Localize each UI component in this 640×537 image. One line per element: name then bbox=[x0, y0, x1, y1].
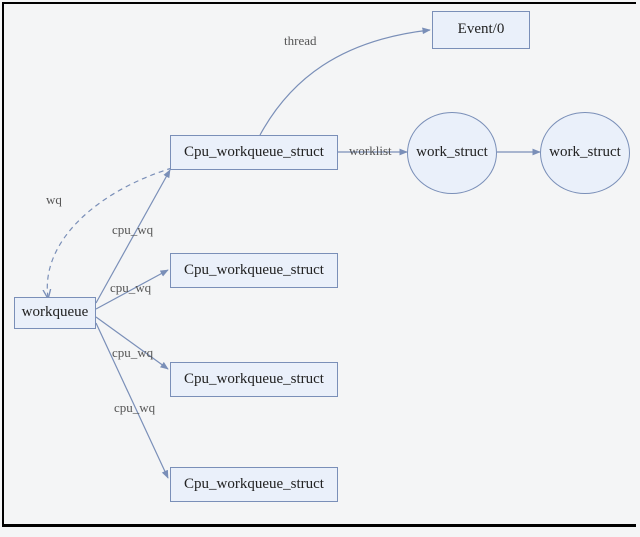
node-workqueue: workqueue bbox=[14, 297, 96, 329]
node-cpu-workqueue-1: Cpu_workqueue_struct bbox=[170, 135, 338, 170]
node-cpu-workqueue-2: Cpu_workqueue_struct bbox=[170, 253, 338, 288]
node-label: Cpu_workqueue_struct bbox=[184, 144, 324, 161]
node-work-struct-2: work_struct bbox=[540, 112, 630, 194]
node-label: Cpu_workqueue_struct bbox=[184, 371, 324, 388]
edge-label-wq: wq bbox=[46, 192, 62, 208]
edge-label-cpu-wq-2: cpu_wq bbox=[110, 280, 151, 296]
node-cpu-workqueue-4: Cpu_workqueue_struct bbox=[170, 467, 338, 502]
edge-label-worklist: worklist bbox=[349, 143, 392, 159]
edge-label-cpu-wq-3: cpu_wq bbox=[112, 345, 153, 361]
node-label: work_struct bbox=[416, 144, 488, 161]
node-label: workqueue bbox=[22, 304, 89, 321]
node-label: Event/0 bbox=[458, 21, 505, 38]
node-cpu-workqueue-3: Cpu_workqueue_struct bbox=[170, 362, 338, 397]
node-event0: Event/0 bbox=[432, 11, 530, 49]
node-label: Cpu_workqueue_struct bbox=[184, 476, 324, 493]
node-work-struct-1: work_struct bbox=[407, 112, 497, 194]
edge-label-cpu-wq-4: cpu_wq bbox=[114, 400, 155, 416]
edge-label-cpu-wq-1: cpu_wq bbox=[112, 222, 153, 238]
edge-label-thread: thread bbox=[284, 33, 316, 49]
node-label: Cpu_workqueue_struct bbox=[184, 262, 324, 279]
node-label: work_struct bbox=[549, 144, 621, 161]
